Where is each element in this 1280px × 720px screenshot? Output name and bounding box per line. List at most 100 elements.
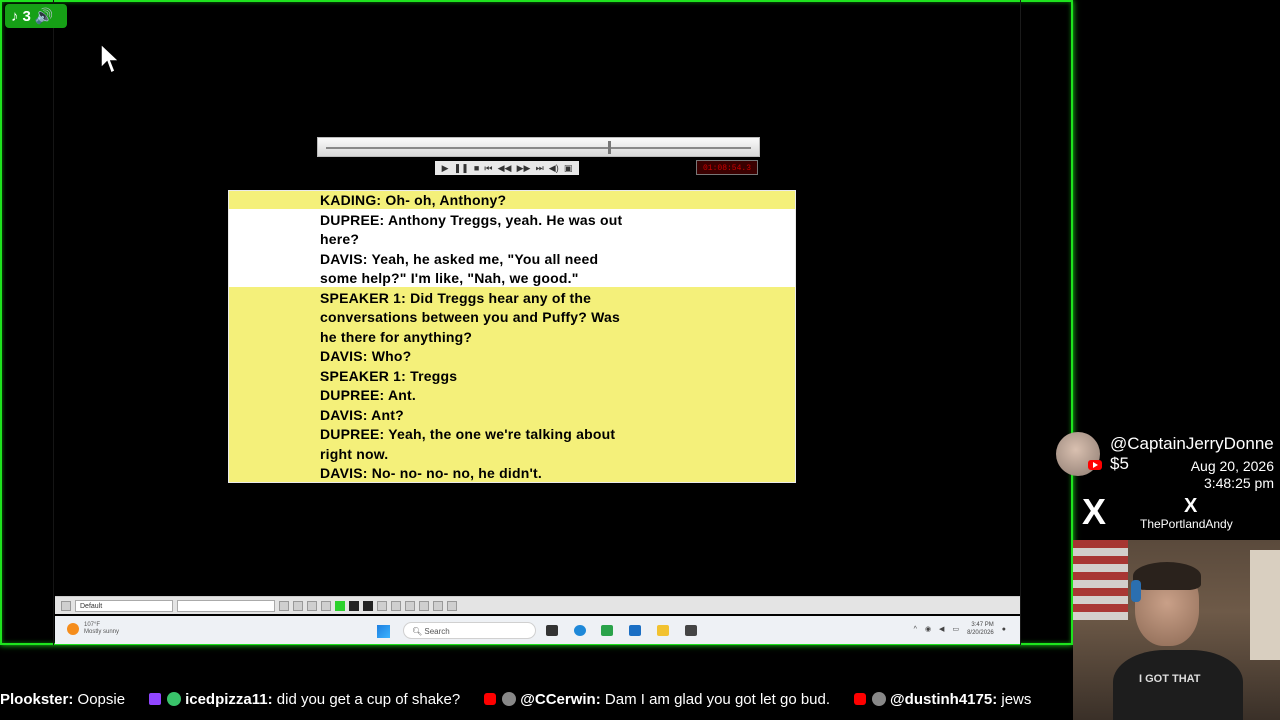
player-seek-bar[interactable] [317, 137, 760, 157]
transcript-line: conversations between you and Puffy? Was [320, 309, 620, 325]
chat-message: @dustinh4175: jews [854, 691, 1031, 708]
alert-date: Aug 20, 2026 [1190, 458, 1274, 474]
weather-temp: 107°F [84, 622, 101, 628]
transcript-line: DUPREE: Ant. [320, 387, 416, 403]
viewer-count: 3 [22, 7, 31, 25]
chat-user: icedpizza11 [185, 690, 268, 708]
prev-page-button[interactable] [279, 600, 289, 611]
headset-icon [1131, 580, 1141, 602]
next-icon[interactable]: ⏭ [536, 163, 544, 174]
transcript-line: SPEAKER 1: Treggs [320, 367, 458, 384]
chat-message: @CCerwin: Dam I am glad you got let go b… [484, 691, 830, 708]
search-icon: 🔍︎ [412, 627, 425, 636]
chat-ticker: Plookster: Oopsie icedpizza11: did you g… [0, 688, 1073, 710]
highlight-color-button[interactable] [335, 600, 345, 611]
stop-icon[interactable]: ■ [474, 163, 479, 173]
capture-edge-left [53, 0, 54, 645]
toolbar-button[interactable] [321, 600, 331, 611]
transcript-line: DUPREE: Anthony Treggs, yeah. He was out [320, 211, 623, 228]
wifi-icon[interactable]: ◉ [925, 625, 931, 633]
youtube-icon [1088, 460, 1102, 470]
transcript-panel: KADING: Oh- oh, Anthony? DUPREE: Anthony… [228, 190, 796, 483]
prev-icon[interactable]: ⏮ [484, 163, 492, 174]
mail-icon[interactable] [629, 625, 641, 636]
streamer-hair [1133, 562, 1201, 590]
chevron-up-icon[interactable]: ^ [914, 626, 917, 633]
taskbar-search[interactable]: 🔍︎ Search [403, 622, 536, 639]
pause-icon[interactable]: ❚❚ [454, 163, 469, 174]
volume-icon[interactable]: ◀ [939, 625, 944, 633]
x-handle: ThePortlandAndy [1140, 517, 1233, 531]
font-select[interactable] [177, 599, 275, 612]
sun-icon [67, 623, 79, 635]
chat-text: Dam I am glad you got let go bud. [604, 690, 831, 708]
player-controls: ▶ ❚❚ ■ ⏮ ◀◀ ▶▶ ⏭ ◀) ▣ [435, 161, 579, 175]
next-page-button[interactable] [293, 600, 303, 611]
toolbar-button[interactable] [349, 600, 359, 611]
alert-time: 3:48:25 pm [1203, 475, 1274, 491]
avatar [167, 692, 182, 706]
donation-alert: @CaptainJerryDonne $5 Aug 20, 2026 3:48:… [1054, 430, 1280, 534]
background-flag [1073, 540, 1128, 620]
chat-user: @dustinh4175 [890, 690, 993, 708]
notification-icon[interactable]: ● [1002, 626, 1006, 633]
taskbar-date[interactable]: 8/20/2026 [967, 629, 994, 637]
play-icon[interactable]: ▶ [442, 163, 449, 174]
toolbar-button[interactable] [391, 600, 401, 611]
webcam-feed: I GOT THAT [1073, 540, 1280, 720]
chat-text: Oopsie [77, 690, 126, 708]
chat-user: Plookster [0, 690, 69, 708]
toolbar-button[interactable] [419, 600, 429, 611]
transcript-line: DAVIS: Yeah, he asked me, "You all need [320, 250, 599, 267]
donation-amount: $5 [1110, 454, 1129, 473]
avatar [502, 692, 517, 706]
taskbar-time[interactable]: 3:47 PM [967, 621, 993, 629]
weather-widget[interactable]: 107°F Mostly sunny [67, 622, 119, 636]
rewind-icon[interactable]: ◀◀ [498, 163, 512, 174]
volume-icon[interactable]: ◀) [549, 163, 559, 174]
weather-desc: Mostly sunny [84, 629, 120, 635]
transcript-line: here? [320, 231, 360, 247]
toolbar-button[interactable] [363, 600, 373, 611]
windows-taskbar: 107°F Mostly sunny 🔍︎ Search ^ ◉ ◀ ▭ 3:4… [55, 616, 1020, 644]
toolbar-button[interactable] [405, 600, 415, 611]
toolbar-button[interactable] [307, 600, 317, 611]
tiktok-icon: ♪ [11, 7, 19, 25]
toolbar-button[interactable] [447, 600, 457, 611]
style-select[interactable]: Default [75, 599, 173, 612]
player-time-display: 01:08:54.3 [696, 160, 758, 175]
mouse-cursor-icon [100, 42, 121, 75]
seek-track [326, 147, 751, 149]
battery-icon[interactable]: ▭ [952, 625, 959, 633]
app-icon[interactable] [685, 625, 697, 636]
x-logo-icon: X [1082, 491, 1107, 532]
chat-text: did you get a cup of shake? [276, 690, 461, 708]
windows-start-icon[interactable] [377, 625, 390, 638]
folder-icon[interactable] [657, 625, 669, 636]
seek-thumb[interactable] [608, 141, 611, 154]
toolbar-menu-button[interactable] [61, 600, 71, 611]
forward-icon[interactable]: ▶▶ [517, 163, 531, 174]
transcript-line: KADING: Oh- oh, Anthony? [320, 192, 507, 208]
transcript-line: DAVIS: Ant? [320, 406, 404, 423]
app-icon[interactable] [601, 625, 613, 636]
transcript-lines: KADING: Oh- oh, Anthony? DUPREE: Anthony… [320, 191, 660, 482]
youtube-icon [854, 693, 867, 705]
capture-edge-right [1020, 0, 1021, 645]
edge-icon[interactable] [574, 625, 586, 636]
system-tray: ^ ◉ ◀ ▭ 3:47 PM 8/20/2026 ● [914, 621, 1006, 637]
toolbar-button[interactable] [377, 600, 387, 611]
chat-message: Plookster: Oopsie [0, 690, 126, 708]
youtube-icon [484, 693, 497, 705]
chat-text: jews [1001, 690, 1032, 708]
transcript-line: DUPREE: Yeah, the one we're talking abou… [320, 426, 616, 442]
transcript-line: he there for anything? [320, 328, 473, 345]
viewer-count-badge: ♪ 3 🔊 [5, 4, 67, 28]
donor-name: @CaptainJerryDonne [1110, 434, 1274, 453]
app-toolbar: Default [55, 596, 1020, 614]
background-sign [1250, 550, 1280, 660]
task-view-icon[interactable] [546, 625, 558, 636]
snapshot-icon[interactable]: ▣ [564, 163, 573, 174]
streamer-shirt [1113, 650, 1243, 720]
toolbar-button[interactable] [433, 600, 443, 611]
